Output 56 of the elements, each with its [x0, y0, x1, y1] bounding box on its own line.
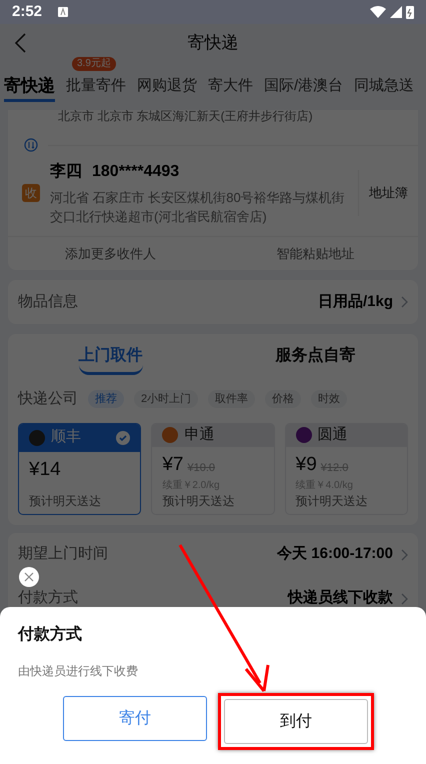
row-label: 付款方式: [18, 588, 78, 608]
address-book-button[interactable]: 地址簿: [369, 183, 408, 203]
carrier-card[interactable]: 顺丰 ¥14 预计明天送达: [18, 422, 142, 514]
item-info-label: 物品信息: [18, 292, 78, 312]
chevron-right-icon: [401, 548, 408, 560]
close-icon[interactable]: [19, 567, 39, 587]
signal-icon: [390, 6, 402, 18]
carrier-price: ¥9: [296, 453, 317, 477]
courier-label: 快递公司: [18, 389, 78, 409]
battery-icon: [406, 5, 414, 19]
receiver-name: 李四: [50, 162, 82, 182]
address-action-button[interactable]: 添加更多收件人: [65, 244, 156, 264]
sheet-description: 由快递员进行线下收费: [18, 663, 139, 680]
chevron-right-icon: [401, 592, 408, 604]
category-tab[interactable]: 寄大件: [208, 73, 253, 102]
row-label: 期望上门时间: [18, 544, 108, 564]
row-value[interactable]: 快递员线下收款: [288, 587, 393, 610]
delivery-estimate: 预计明天送达: [28, 492, 102, 510]
notification-icon: [58, 7, 68, 17]
filter-chip[interactable]: 推荐: [88, 390, 124, 408]
promo-badge: 3.9元起: [72, 57, 116, 71]
address-action-button[interactable]: 智能粘贴地址: [276, 244, 354, 264]
carrier-name: 顺丰: [51, 427, 81, 448]
check-icon: [116, 430, 130, 444]
filter-chip[interactable]: 时效: [311, 390, 348, 408]
category-tab[interactable]: 批量寄件: [66, 73, 126, 102]
item-info-value[interactable]: 日用品/1kg: [318, 290, 393, 314]
delivery-estimate: 预计明天送达: [294, 492, 369, 510]
chevron-right-icon: [401, 296, 408, 308]
sheet-title: 付款方式: [18, 624, 83, 645]
category-tab[interactable]: 寄快递: [4, 73, 55, 102]
carrier-name: 申通: [184, 425, 214, 445]
wifi-icon: [370, 6, 386, 18]
back-icon[interactable]: [14, 33, 26, 53]
payment-option-button[interactable]: 到付: [224, 699, 368, 744]
filter-chip[interactable]: 2小时上门: [134, 390, 198, 408]
category-tab[interactable]: 同城急送: [354, 73, 414, 102]
carrier-name: 圆通: [318, 425, 348, 445]
receiver-address: 河北省 石家庄市 长安区煤机街80号裕华路与煤机街交口北行快递超市(河北省民航宿舍店): [50, 189, 346, 226]
receiver-badge: 收: [22, 184, 40, 202]
delivery-estimate: 预计明天送达: [161, 492, 236, 510]
carrier-price: ¥7: [162, 453, 184, 477]
pickup-mode-tab[interactable]: 上门取件: [78, 344, 142, 374]
filter-chip[interactable]: 价格: [265, 390, 302, 408]
category-tab[interactable]: 国际/港澳台: [264, 73, 344, 102]
page-title: 寄快递: [188, 32, 238, 54]
swap-icon[interactable]: [24, 138, 38, 152]
category-tab[interactable]: 网购退货: [137, 73, 197, 102]
sender-address: 北京市 北京市 东城区海汇新天(王府井步行街店): [58, 110, 313, 123]
receiver-phone: 180****4493: [92, 162, 180, 182]
carrier-price: ¥14: [29, 458, 61, 482]
status-time: 2:52: [12, 2, 42, 22]
payment-option-button[interactable]: 寄付: [63, 696, 207, 741]
row-value[interactable]: 今天 16:00-17:00: [277, 543, 393, 566]
pickup-mode-tab[interactable]: 服务点自寄: [276, 344, 356, 374]
filter-chip[interactable]: 取件率: [208, 390, 256, 408]
